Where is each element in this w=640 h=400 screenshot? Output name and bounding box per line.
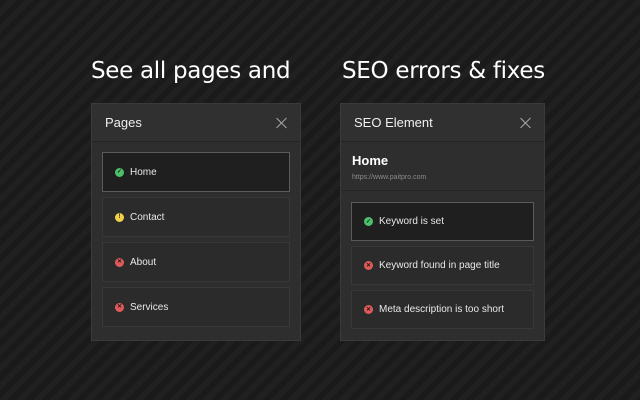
page-item-label: Contact xyxy=(130,211,165,223)
x-circle-icon: ✕ xyxy=(115,302,124,312)
pages-panel-title: Pages xyxy=(105,115,142,130)
page-item-contact[interactable]: ! Contact xyxy=(102,197,290,237)
close-icon[interactable] xyxy=(520,117,532,129)
page-item-services[interactable]: ✕ Services xyxy=(102,287,290,327)
x-circle-icon: ✕ xyxy=(364,261,373,270)
x-circle-icon: ✕ xyxy=(115,257,124,267)
seo-element-panel: SEO Element Home https://www.paitpro.com… xyxy=(340,103,545,341)
page-item-label: Home xyxy=(130,166,157,178)
page-item-label: Services xyxy=(130,301,169,313)
seo-panel-header: SEO Element xyxy=(341,104,544,142)
pages-panel: Pages ✓ Home ! Contact ✕ About ✕ Service… xyxy=(91,103,301,341)
page-item-about[interactable]: ✕ About xyxy=(102,242,290,282)
seo-panel-title: SEO Element xyxy=(354,115,433,130)
seo-check-keyword-set[interactable]: ✓ Keyword is set xyxy=(351,202,534,241)
pages-panel-header: Pages xyxy=(92,104,300,142)
seo-check-list: ✓ Keyword is set ✕ Keyword found in page… xyxy=(341,191,544,329)
close-icon[interactable] xyxy=(276,117,288,129)
x-circle-icon: ✕ xyxy=(364,305,373,314)
check-circle-icon: ✓ xyxy=(115,167,124,177)
seo-check-keyword-in-title[interactable]: ✕ Keyword found in page title xyxy=(351,246,534,285)
page-item-label: About xyxy=(130,256,157,268)
check-circle-icon: ✓ xyxy=(364,217,373,226)
seo-page-url: https://www.paitpro.com xyxy=(352,174,427,181)
seo-check-meta-description[interactable]: ✕ Meta description is too short xyxy=(351,290,534,329)
headline-seo: SEO errors & fixes xyxy=(342,58,545,84)
seo-page-title: Home xyxy=(352,153,389,168)
seo-check-label: Keyword found in page title xyxy=(379,260,500,271)
page-item-home[interactable]: ✓ Home xyxy=(102,152,290,192)
seo-check-label: Meta description is too short xyxy=(379,304,505,315)
seo-page-info: Home https://www.paitpro.com xyxy=(341,142,544,191)
seo-check-label: Keyword is set xyxy=(379,216,445,227)
warning-circle-icon: ! xyxy=(115,212,124,222)
headline-pages: See all pages and xyxy=(91,58,291,84)
page-list: ✓ Home ! Contact ✕ About ✕ Services xyxy=(92,142,300,327)
